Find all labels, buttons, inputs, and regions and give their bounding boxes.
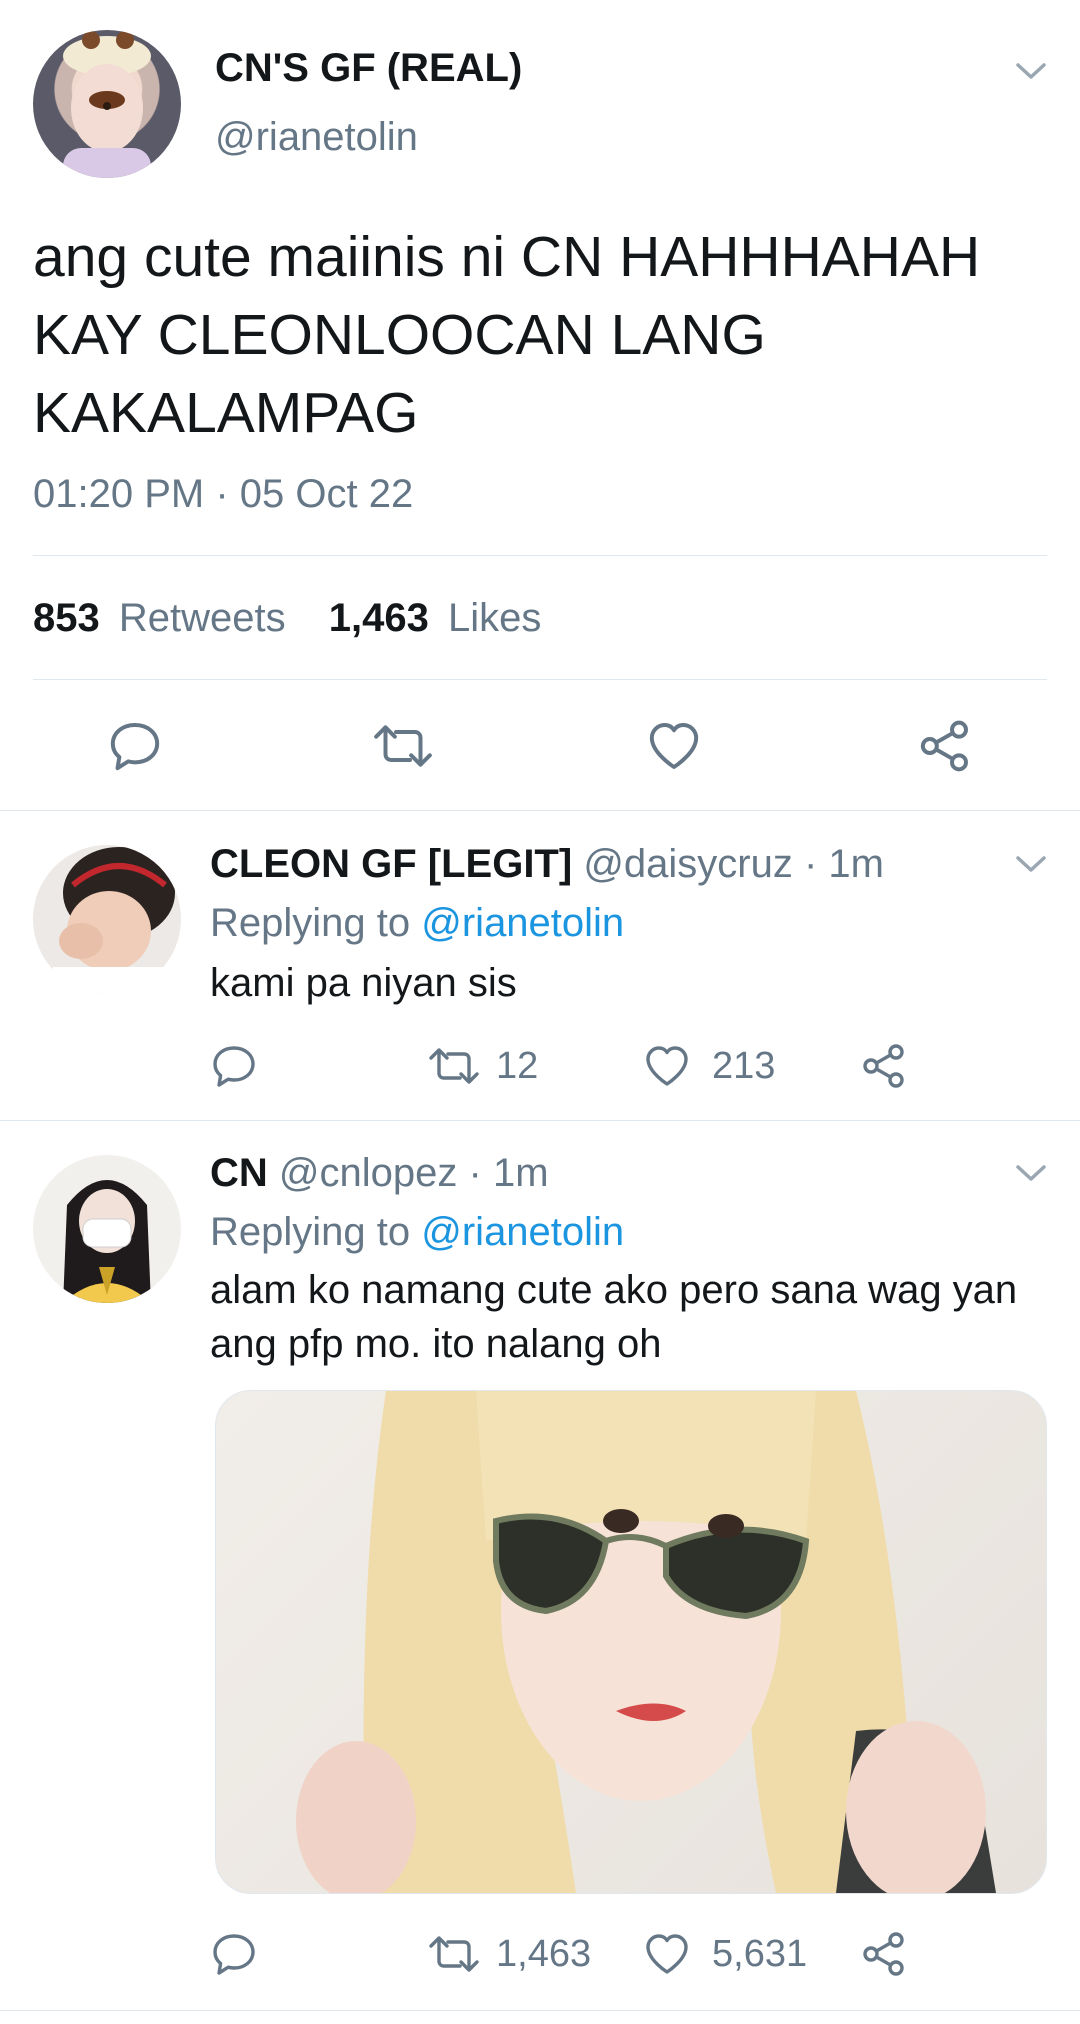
like-heart-icon[interactable] [646, 718, 702, 774]
main-tweet-text-line: KAY CLEONLOOCAN LANG [33, 303, 766, 367]
replying-to: Replying to @rianetolin [210, 1210, 624, 1255]
share-icon[interactable] [860, 1042, 908, 1090]
author-display-name[interactable]: CN'S GF (REAL) [215, 46, 522, 91]
reply-text: kami pa niyan sis [210, 956, 517, 1010]
divider [33, 555, 1047, 556]
reply-text-line: ang pfp mo. ito nalang oh [210, 1322, 662, 1366]
main-tweet-text: ang cute maiinis ni CN HAHHHAHAH KAY CLE… [33, 218, 980, 452]
divider [0, 810, 1080, 811]
author-avatar[interactable] [33, 30, 181, 178]
main-tweet-text-line: KAKALAMPAG [33, 381, 419, 445]
divider [33, 679, 1047, 680]
divider [0, 1120, 1080, 1121]
reply-text-line: kami pa niyan sis [210, 961, 517, 1005]
author-avatar-image [63, 31, 151, 178]
reply-avatar[interactable] [33, 845, 181, 993]
tweet-menu-chevron-icon[interactable] [1014, 60, 1048, 82]
divider [0, 2010, 1080, 2011]
replying-to-label: Replying to [210, 901, 411, 945]
reply-text-line: alam ko namang cute ako pero sana wag ya… [210, 1268, 1018, 1312]
retweet-count[interactable]: 12 [496, 1045, 538, 1088]
reply-avatar-image [53, 847, 175, 993]
retweets-count[interactable]: 853 [33, 596, 100, 640]
retweet-icon[interactable] [426, 1042, 482, 1090]
reply-icon[interactable] [210, 1042, 258, 1090]
tweet-timestamp[interactable]: 01:20 PM · 05 Oct 22 [33, 472, 413, 517]
reply-handle[interactable]: @cnlopez [279, 1151, 457, 1195]
reply-icon[interactable] [107, 718, 163, 774]
replying-to-handle[interactable]: @rianetolin [421, 901, 624, 945]
reply-time[interactable]: · 1m [469, 1151, 549, 1195]
retweets-label[interactable]: Retweets [119, 596, 286, 640]
reply-header: CN @cnlopez · 1m [210, 1151, 549, 1196]
tweet-stats: 853 Retweets 1,463 Likes [33, 596, 541, 641]
like-heart-icon[interactable] [643, 1042, 691, 1090]
reply-header: CLEON GF [LEGIT] @daisycruz · 1m [210, 842, 884, 887]
like-count[interactable]: 5,631 [712, 1933, 807, 1976]
share-icon[interactable] [860, 1930, 908, 1978]
reply-avatar-image [63, 1180, 151, 1303]
reply-icon[interactable] [210, 1930, 258, 1978]
likes-count[interactable]: 1,463 [329, 596, 429, 640]
reply-handle[interactable]: @daisycruz [583, 842, 793, 886]
replying-to-handle[interactable]: @rianetolin [421, 1210, 624, 1254]
share-icon[interactable] [917, 718, 973, 774]
likes-label[interactable]: Likes [448, 596, 541, 640]
replying-to-label: Replying to [210, 1210, 411, 1254]
main-tweet-text-line: ang cute maiinis ni CN HAHHHAHAH [33, 225, 981, 289]
retweet-icon[interactable] [370, 718, 436, 774]
like-count[interactable]: 213 [712, 1045, 775, 1088]
like-heart-icon[interactable] [643, 1930, 691, 1978]
reply-display-name[interactable]: CLEON GF [LEGIT] [210, 842, 572, 886]
reply-time[interactable]: · 1m [804, 842, 884, 886]
tweet-media-image[interactable] [215, 1390, 1047, 1894]
retweet-icon[interactable] [426, 1930, 482, 1978]
reply-text: alam ko namang cute ako pero sana wag ya… [210, 1263, 1017, 1371]
reply-display-name[interactable]: CN [210, 1151, 268, 1195]
author-handle[interactable]: @rianetolin [215, 115, 418, 160]
reply-avatar[interactable] [33, 1155, 181, 1303]
retweet-count[interactable]: 1,463 [496, 1933, 591, 1976]
reply-menu-chevron-icon[interactable] [1014, 1162, 1048, 1184]
replying-to: Replying to @rianetolin [210, 901, 624, 946]
reply-menu-chevron-icon[interactable] [1014, 853, 1048, 875]
media-photo [296, 1391, 996, 1893]
